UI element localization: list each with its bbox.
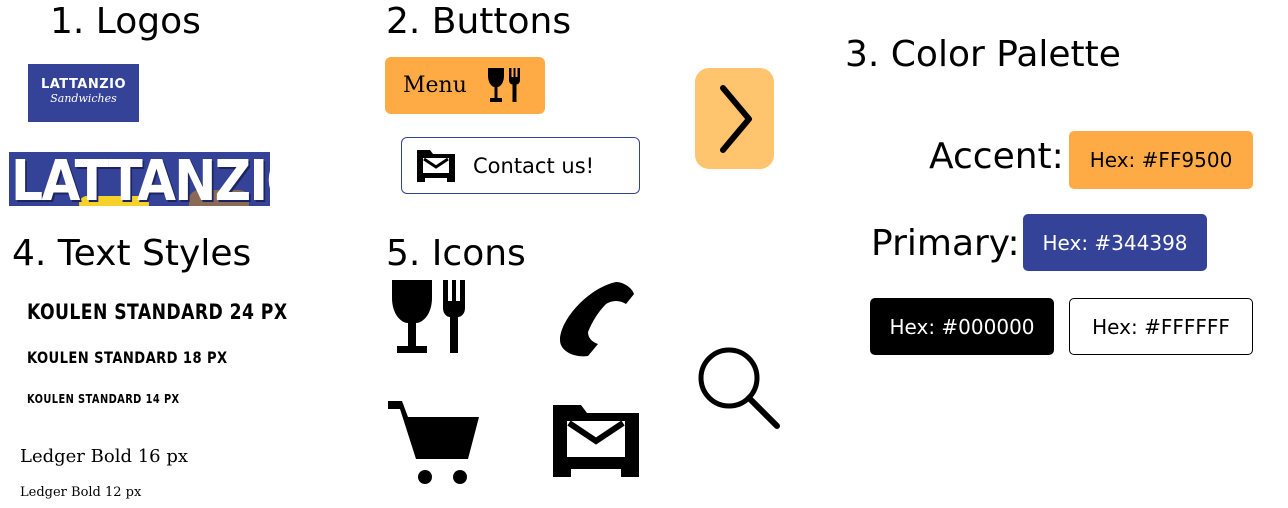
primary-label: Primary: [871,223,1020,264]
logos-heading: 1. Logos [50,1,201,42]
text-styles-heading: 4. Text Styles [12,233,252,274]
icons-heading: 5. Icons [386,233,526,274]
chevron-right-icon [719,84,752,153]
contact-button[interactable]: Contact us! [401,137,640,194]
palette-heading: 3. Color Palette [845,34,1121,75]
phone-icon [560,282,634,357]
accent-swatch: Hex: #FF9500 [1069,131,1253,189]
dining-icon [487,67,520,102]
cart-icon [388,401,479,484]
koulen-24-sample: KOULEN STANDARD 24 PX [27,300,288,324]
logo-large: LATTANZIO'S [9,152,270,206]
black-swatch: Hex: #000000 [870,298,1054,355]
accent-label: Accent: [929,136,1064,177]
koulen-18-sample: KOULEN STANDARD 18 PX [27,348,228,367]
menu-button[interactable]: Menu [385,57,545,114]
white-swatch: Hex: #FFFFFF [1069,298,1253,355]
logo-small: LATTANZIO Sandwiches [28,64,139,122]
next-button[interactable] [695,68,774,169]
buttons-heading: 2. Buttons [386,1,572,42]
logo-small-sub: Sandwiches [50,92,117,105]
logo-small-name: LATTANZIO [40,77,127,92]
mailbox-icon [553,405,639,477]
ledger-16-sample: Ledger Bold 16 px [20,446,188,467]
mailbox-icon [417,149,455,182]
menu-button-label: Menu [403,73,467,98]
contact-button-label: Contact us! [473,153,595,178]
ledger-12-sample: Ledger Bold 12 px [20,485,142,500]
search-icon [698,347,780,429]
dining-icon [392,280,465,353]
logo-large-name: LATTANZIO'S [11,152,270,206]
primary-swatch: Hex: #344398 [1023,214,1207,271]
koulen-14-sample: KOULEN STANDARD 14 PX [27,392,180,406]
